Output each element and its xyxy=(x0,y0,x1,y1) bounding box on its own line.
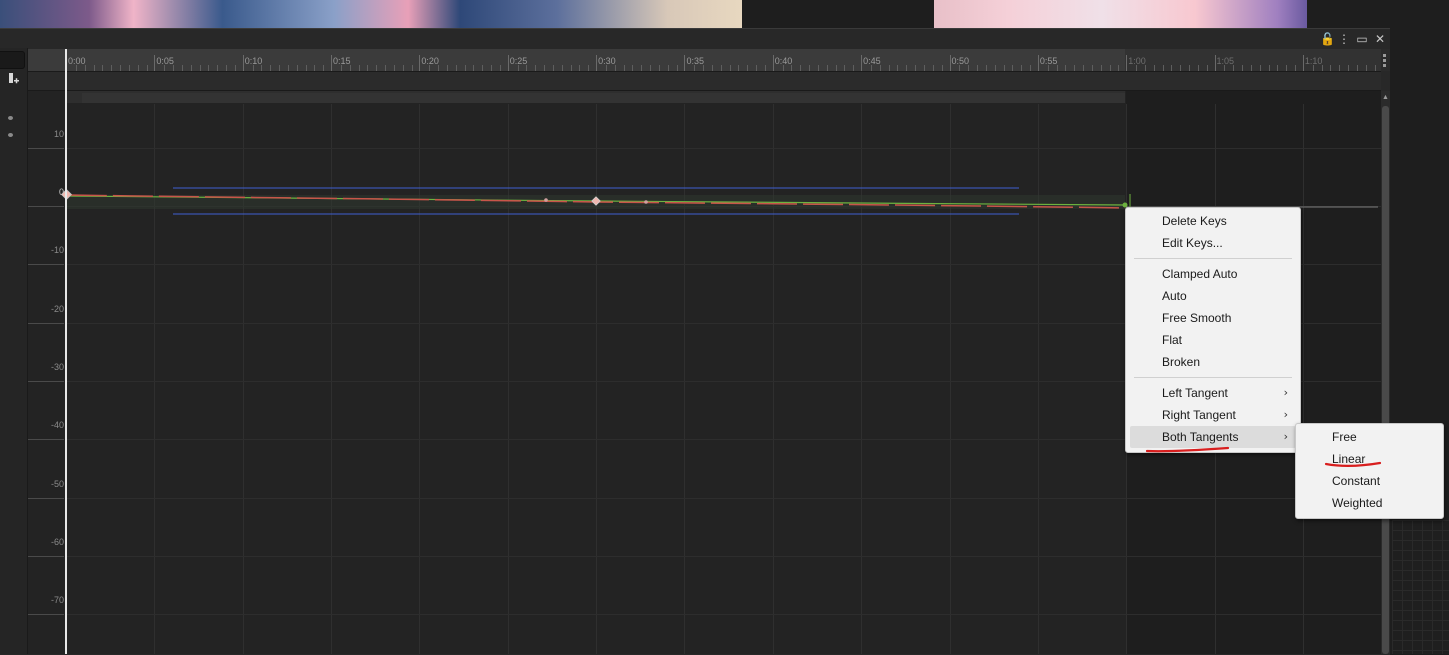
menu-item-edit-keys[interactable]: Edit Keys... xyxy=(1130,232,1296,254)
menu-item-label: Free xyxy=(1332,430,1357,444)
tangent-point[interactable] xyxy=(544,198,548,202)
submenu-item-free[interactable]: Free xyxy=(1300,426,1439,448)
chevron-right-icon: › xyxy=(1283,408,1288,421)
menu-item-auto[interactable]: Auto xyxy=(1130,285,1296,307)
menu-item-delete-keys[interactable]: Delete Keys xyxy=(1130,210,1296,232)
background-grid xyxy=(1392,520,1449,654)
menu-item-left-tangent[interactable]: Left Tangent › xyxy=(1130,382,1296,404)
vertical-scroll-thumb[interactable] xyxy=(1382,106,1389,654)
menu-item-label: Weighted xyxy=(1332,496,1383,510)
chevron-right-icon: › xyxy=(1283,430,1288,443)
chevron-right-icon: › xyxy=(1283,386,1288,399)
menu-item-label: Left Tangent xyxy=(1162,386,1228,400)
playhead[interactable] xyxy=(65,49,67,654)
menu-item-free-smooth[interactable]: Free Smooth xyxy=(1130,307,1296,329)
menu-item-label: Auto xyxy=(1162,289,1187,303)
menu-item-label: Flat xyxy=(1162,333,1183,347)
menu-item-label: Broken xyxy=(1162,355,1201,369)
both-tangents-submenu: Free Linear Constant Weighted xyxy=(1295,423,1444,519)
menu-item-label: Linear xyxy=(1332,452,1366,466)
menu-item-label: Both Tangents xyxy=(1162,430,1239,444)
menu-item-broken[interactable]: Broken xyxy=(1130,351,1296,373)
tangent-point[interactable] xyxy=(644,200,648,204)
menu-item-both-tangents[interactable]: Both Tangents › xyxy=(1130,426,1296,448)
menu-item-label: Free Smooth xyxy=(1162,311,1232,325)
menu-separator xyxy=(1134,258,1292,259)
menu-item-clamped-auto[interactable]: Clamped Auto xyxy=(1130,263,1296,285)
submenu-item-constant[interactable]: Constant xyxy=(1300,470,1439,492)
scroll-up-icon[interactable]: ▲ xyxy=(1381,94,1390,102)
submenu-item-weighted[interactable]: Weighted xyxy=(1300,492,1439,514)
tangent-context-menu: Delete Keys Edit Keys... Clamped Auto Au… xyxy=(1125,207,1301,453)
menu-item-label: Clamped Auto xyxy=(1162,267,1238,281)
menu-item-label: Right Tangent xyxy=(1162,408,1236,422)
menu-separator xyxy=(1134,377,1292,378)
menu-item-label: Edit Keys... xyxy=(1162,236,1223,250)
submenu-item-linear[interactable]: Linear xyxy=(1300,448,1439,470)
menu-item-label: Constant xyxy=(1332,474,1381,488)
menu-item-flat[interactable]: Flat xyxy=(1130,329,1296,351)
menu-item-right-tangent[interactable]: Right Tangent › xyxy=(1130,404,1296,426)
menu-item-label: Delete Keys xyxy=(1162,214,1227,228)
